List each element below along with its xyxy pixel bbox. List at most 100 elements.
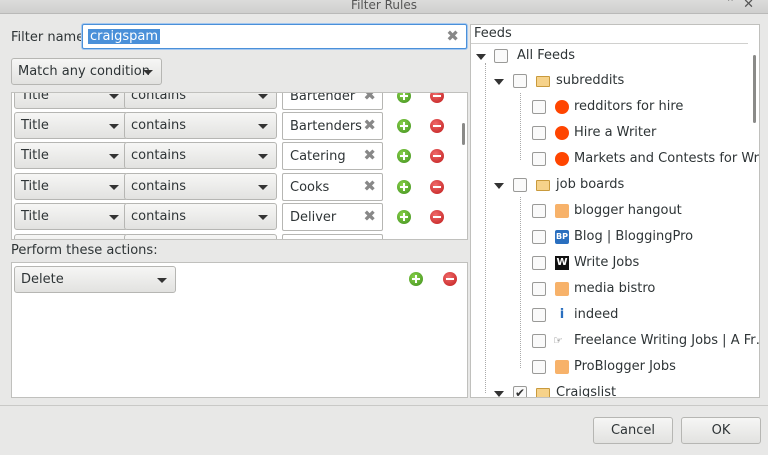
feed-row[interactable]: Markets and Contests for Wri… bbox=[471, 148, 759, 170]
checkbox[interactable] bbox=[532, 204, 546, 218]
clear-icon[interactable]: ✖ bbox=[363, 116, 376, 134]
checkbox[interactable] bbox=[494, 49, 508, 63]
add-rule-icon[interactable] bbox=[397, 93, 411, 103]
footer-divider bbox=[0, 405, 768, 406]
checkbox[interactable] bbox=[532, 230, 546, 244]
rule-operator-select[interactable]: contains bbox=[124, 203, 277, 230]
rule-operator-select[interactable] bbox=[124, 234, 277, 239]
add-action-icon[interactable] bbox=[409, 272, 423, 286]
dropdown-arrow-icon bbox=[109, 185, 119, 190]
remove-rule-icon[interactable] bbox=[430, 210, 444, 224]
feed-row[interactable]: Hire a Writer bbox=[471, 122, 751, 144]
checkbox[interactable] bbox=[513, 74, 527, 88]
feed-row[interactable]: ProBlogger Jobs bbox=[471, 356, 751, 378]
clear-icon[interactable]: ✖ bbox=[446, 27, 459, 45]
writejobs-icon: W bbox=[555, 256, 569, 270]
expander-icon[interactable] bbox=[494, 391, 504, 397]
remove-action-icon[interactable] bbox=[443, 272, 457, 286]
feed-row[interactable]: i indeed bbox=[471, 304, 751, 326]
rss-icon bbox=[555, 282, 569, 296]
fwj-icon: ☞ bbox=[553, 334, 563, 347]
checkbox[interactable] bbox=[532, 334, 546, 348]
rule-field-select[interactable]: Title bbox=[14, 203, 128, 230]
dropdown-arrow-icon bbox=[258, 154, 268, 159]
feed-row[interactable]: ☞ Freelance Writing Jobs | A Fr… bbox=[471, 330, 759, 352]
feed-row[interactable]: redditors for hire bbox=[471, 96, 751, 118]
rule-field-select[interactable]: Title bbox=[14, 142, 128, 169]
folder-icon bbox=[536, 76, 550, 87]
expander-icon[interactable] bbox=[476, 54, 486, 60]
feed-row[interactable]: BP Blog | BloggingPro bbox=[471, 226, 751, 248]
checkbox[interactable] bbox=[532, 100, 546, 114]
rule-field-select[interactable]: Title bbox=[14, 112, 128, 139]
rule-value-input[interactable]: Bartender ✖ bbox=[282, 93, 383, 110]
folder-icon bbox=[536, 388, 550, 397]
window-titlebar: Filter Rules ⌃ ✕ bbox=[0, 0, 768, 14]
rule-operator-select[interactable]: contains bbox=[124, 173, 277, 200]
clear-icon[interactable]: ✖ bbox=[363, 207, 376, 225]
add-rule-icon[interactable] bbox=[397, 210, 411, 224]
rules-scrollbar[interactable] bbox=[462, 123, 465, 145]
checkbox[interactable] bbox=[532, 152, 546, 166]
remove-rule-icon[interactable] bbox=[430, 119, 444, 133]
reddit-icon bbox=[555, 152, 569, 166]
dropdown-arrow-icon bbox=[157, 278, 167, 283]
ok-button[interactable]: OK bbox=[681, 417, 761, 444]
add-rule-icon[interactable] bbox=[397, 149, 411, 163]
checkbox[interactable] bbox=[532, 360, 546, 374]
feed-row-craigslist[interactable]: Craigslist bbox=[471, 382, 751, 397]
clear-icon[interactable]: ✖ bbox=[363, 146, 376, 164]
dropdown-arrow-icon bbox=[109, 94, 119, 99]
add-rule-icon[interactable] bbox=[397, 119, 411, 133]
clear-icon[interactable]: ✖ bbox=[363, 93, 376, 104]
match-condition-select[interactable]: Match any condition bbox=[11, 58, 162, 85]
feed-row[interactable]: media bistro bbox=[471, 278, 751, 300]
close-icon[interactable]: ✕ bbox=[743, 0, 754, 12]
expander-icon[interactable] bbox=[494, 79, 504, 85]
remove-rule-icon[interactable] bbox=[430, 93, 444, 103]
rule-value-input[interactable]: Catering ✖ bbox=[282, 142, 383, 170]
rule-value-input[interactable]: Bartenders ✖ bbox=[282, 112, 383, 140]
dropdown-arrow-icon bbox=[258, 215, 268, 220]
feeds-header: Feeds bbox=[471, 25, 748, 44]
rule-operator-select[interactable]: contains bbox=[124, 112, 277, 139]
action-value: Delete bbox=[21, 272, 64, 287]
checkbox[interactable] bbox=[532, 282, 546, 296]
rule-field-select[interactable] bbox=[14, 234, 128, 239]
feed-row[interactable]: blogger hangout bbox=[471, 200, 751, 222]
checkbox[interactable] bbox=[532, 256, 546, 270]
feeds-tree[interactable]: Feeds All Feeds subreddits redditors for… bbox=[470, 24, 760, 398]
remove-rule-icon[interactable] bbox=[430, 180, 444, 194]
expander-icon[interactable] bbox=[494, 183, 504, 189]
rule-operator-select[interactable]: contains bbox=[124, 93, 277, 109]
feed-row-job-boards[interactable]: job boards bbox=[471, 174, 751, 196]
indeed-icon: i bbox=[559, 307, 565, 322]
rule-value-input[interactable]: Cooks ✖ bbox=[282, 173, 383, 201]
folder-icon bbox=[536, 180, 550, 191]
remove-rule-icon[interactable] bbox=[430, 149, 444, 163]
rule-value-input[interactable]: Deliver ✖ bbox=[282, 203, 383, 231]
checkbox[interactable] bbox=[532, 126, 546, 140]
feed-row[interactable]: W Write Jobs bbox=[471, 252, 751, 274]
maximize-icon[interactable]: ⌃ bbox=[726, 0, 735, 9]
dropdown-arrow-icon bbox=[109, 154, 119, 159]
action-select[interactable]: Delete bbox=[14, 266, 176, 293]
rule-operator-select[interactable]: contains bbox=[124, 142, 277, 169]
add-rule-icon[interactable] bbox=[397, 180, 411, 194]
checkbox[interactable] bbox=[513, 178, 527, 192]
filter-name-input[interactable]: craigspam ✖ bbox=[82, 24, 467, 49]
dropdown-arrow-icon bbox=[109, 124, 119, 129]
feeds-scrollbar[interactable] bbox=[753, 55, 756, 123]
cancel-button[interactable]: Cancel bbox=[593, 417, 673, 444]
rule-field-select[interactable]: Title bbox=[14, 93, 128, 109]
reddit-icon bbox=[555, 100, 569, 114]
clear-icon[interactable]: ✖ bbox=[363, 177, 376, 195]
checkbox-checked[interactable] bbox=[513, 382, 527, 397]
bloggingpro-icon: BP bbox=[555, 230, 569, 244]
rules-list[interactable]: Title contains Bartender ✖ Title contains… bbox=[11, 92, 468, 240]
rule-field-select[interactable]: Title bbox=[14, 173, 128, 200]
feed-row-all-feeds[interactable]: All Feeds bbox=[471, 45, 751, 67]
checkbox[interactable] bbox=[532, 308, 546, 322]
rule-value-input[interactable] bbox=[282, 234, 383, 239]
feed-row-subreddits[interactable]: subreddits bbox=[471, 70, 751, 92]
